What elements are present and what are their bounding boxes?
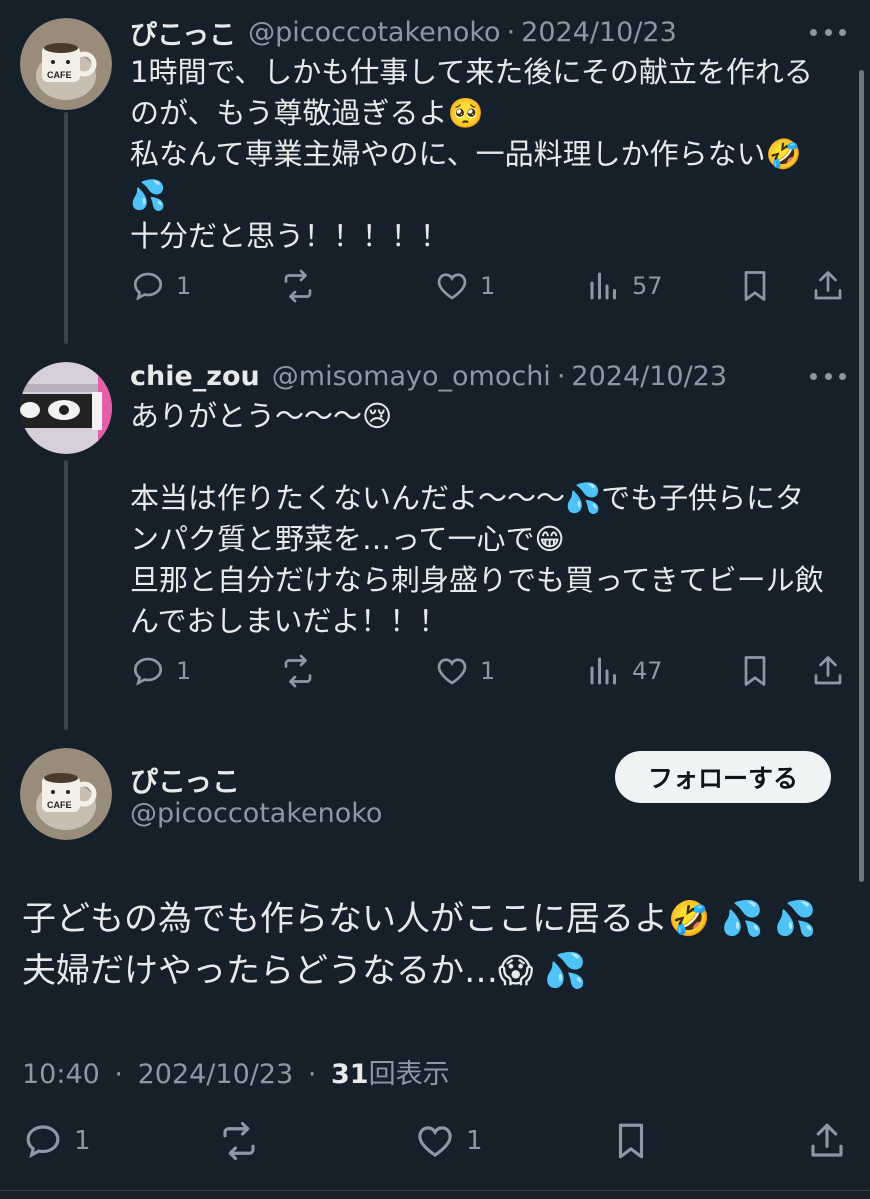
like-button[interactable]: 1 — [434, 653, 495, 689]
like-count: 1 — [480, 272, 496, 300]
post-date[interactable]: 2024/10/23 — [521, 17, 677, 48]
bookmark-button[interactable] — [610, 1120, 652, 1162]
reply-button[interactable]: 1 — [22, 1120, 91, 1162]
svg-text:CAFE: CAFE — [47, 800, 72, 810]
retweet-button[interactable] — [218, 1120, 260, 1162]
retweet-icon — [223, 1121, 255, 1161]
share-button[interactable] — [806, 1120, 848, 1162]
action-bar: 1 1 57 — [130, 268, 846, 308]
author-name[interactable]: ぴこっこ — [130, 760, 240, 800]
bookmark-button[interactable] — [737, 268, 773, 304]
bookmark-icon — [744, 656, 766, 686]
retweet-icon — [284, 654, 312, 688]
like-count: 1 — [466, 1126, 483, 1156]
post-time[interactable]: 10:40 — [22, 1059, 100, 1090]
tweet-line: 本当は作りたくないんだよ〜〜〜💦でも子供らにタ — [130, 481, 805, 515]
like-button[interactable]: 1 — [434, 268, 495, 304]
views-icon — [590, 272, 616, 300]
author-handle[interactable]: @picoccotakenoko — [248, 17, 500, 48]
view-count: 31 — [331, 1059, 369, 1090]
thread-line — [64, 112, 68, 344]
avatar[interactable] — [20, 362, 112, 454]
avatar[interactable]: CAFE — [20, 748, 112, 840]
separator: · — [506, 16, 516, 48]
retweet-icon — [284, 269, 312, 303]
tweet-line: 私なんて専業主婦やのに、一品料理しか作らない🤣 — [130, 137, 802, 171]
bookmark-icon — [744, 271, 766, 301]
tweet-text: 1時間で、しかも仕事して来た後にその献立を作れる のが、もう尊敬過ぎるよ🥺 私な… — [130, 52, 845, 257]
share-button[interactable] — [810, 268, 846, 304]
action-bar: 1 1 — [22, 1120, 848, 1168]
post-date[interactable]: 2024/10/23 — [571, 361, 727, 392]
thread-line — [64, 460, 68, 730]
more-icon[interactable] — [810, 370, 846, 382]
share-icon — [814, 271, 842, 300]
heart-icon — [418, 1126, 452, 1157]
reply-icon — [133, 657, 163, 686]
tweet-line — [130, 437, 845, 478]
tweet-line: 1時間で、しかも仕事して来た後にその献立を作れる — [130, 55, 813, 89]
author-name[interactable]: ぴこっこ — [130, 13, 236, 52]
bookmark-button[interactable] — [737, 653, 773, 689]
heart-icon — [437, 273, 467, 300]
avatar[interactable]: CAFE — [20, 18, 112, 110]
more-icon[interactable] — [810, 26, 846, 38]
views-button[interactable]: 47 — [586, 653, 663, 689]
tweet-text: ありがとう〜〜〜😢 本当は作りたくないんだよ〜〜〜💦でも子供らにタ ンパク質と野… — [130, 396, 845, 642]
reply-icon — [133, 272, 163, 301]
tweet-line: 💦 — [130, 178, 167, 212]
retweet-button[interactable] — [280, 653, 316, 689]
separator: · — [556, 360, 566, 392]
bookmark-icon — [618, 1123, 644, 1159]
post-text: 子どもの為でも作らない人がここに居るよ🤣 💦 💦 夫婦だけやったらどうなるか…😱… — [22, 893, 852, 997]
views-label: 回表示 — [368, 1059, 450, 1090]
post-date[interactable]: 2024/10/23 — [138, 1059, 294, 1090]
heart-icon — [437, 658, 467, 685]
views-icon — [590, 657, 616, 685]
separator: · — [307, 1059, 317, 1090]
svg-text:CAFE: CAFE — [47, 70, 72, 80]
tweet-line: のが、もう尊敬過ぎるよ🥺 — [130, 96, 484, 130]
reply-button[interactable]: 1 — [130, 653, 191, 689]
tweet-line: ありがとう〜〜〜😢 — [130, 399, 393, 433]
separator: · — [114, 1059, 123, 1090]
scrollbar[interactable] — [859, 70, 864, 882]
tweet-line: 十分だと思う！！！！！ — [130, 219, 450, 253]
post-line: 子どもの為でも作らない人がここに居るよ🤣 💦 💦 — [22, 899, 817, 939]
follow-button[interactable]: フォローする — [615, 751, 831, 803]
tweet-line: 旦那と自分だけなら刺身盛りでも買ってきてビール飲 — [130, 563, 824, 597]
divider — [0, 1190, 870, 1191]
tweet-line: んでおしまいだよ！！！ — [130, 604, 448, 638]
reply-icon — [26, 1125, 60, 1159]
share-icon — [811, 1123, 843, 1157]
tweet-line: ンパク質と野菜を…って一心で😁 — [130, 522, 565, 556]
retweet-button[interactable] — [280, 268, 316, 304]
like-button[interactable]: 1 — [414, 1120, 483, 1162]
author-handle[interactable]: @misomayo_omochi — [272, 361, 551, 392]
action-bar: 1 1 47 — [130, 653, 846, 693]
reply-count: 1 — [74, 1126, 91, 1156]
views-count: 47 — [632, 657, 663, 685]
post-line: 夫婦だけやったらどうなるか…😱 💦 — [22, 951, 587, 991]
reply-count: 1 — [176, 657, 192, 685]
views-count: 57 — [632, 272, 663, 300]
author-name[interactable]: chie_zou — [130, 361, 260, 392]
share-button[interactable] — [810, 653, 846, 689]
share-icon — [814, 656, 842, 685]
post-meta: 10:40 · 2024/10/23 · 31回表示 — [22, 1052, 450, 1091]
author-handle[interactable]: @picoccotakenoko — [130, 798, 382, 829]
reply-button[interactable]: 1 — [130, 268, 191, 304]
views-button[interactable]: 57 — [586, 268, 663, 304]
like-count: 1 — [480, 657, 496, 685]
reply-count: 1 — [176, 272, 192, 300]
